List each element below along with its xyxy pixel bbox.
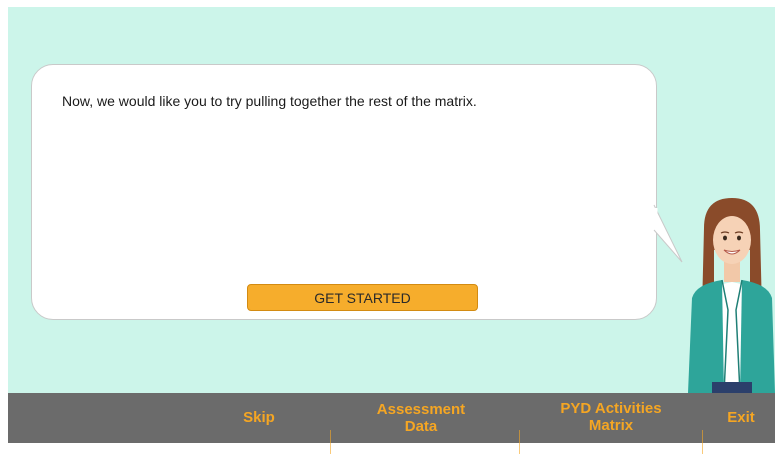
guide-avatar [688,198,775,393]
get-started-button[interactable]: GET STARTED [247,284,478,311]
nav-divider [519,430,520,454]
nav-divider [330,430,331,454]
nav-assessment-data-button[interactable]: Assessment Data [346,401,496,435]
nav-pyd-line2: Matrix [588,417,634,434]
nav-assessment-line1: Assessment [376,401,466,418]
nav-skip-button[interactable]: Skip [236,409,282,426]
nav-pyd-activities-matrix-button[interactable]: PYD Activities Matrix [536,400,686,434]
nav-exit-button[interactable]: Exit [716,409,766,426]
nav-pyd-line1: PYD Activities [560,400,662,417]
dialog-message: Now, we would like you to try pulling to… [62,93,477,109]
nav-divider [702,430,703,454]
nav-assessment-line2: Data [404,418,438,435]
